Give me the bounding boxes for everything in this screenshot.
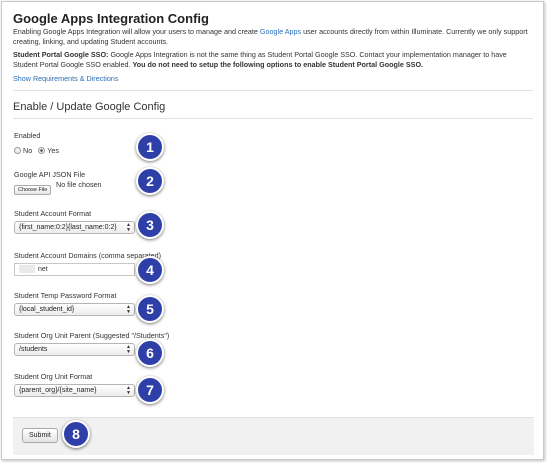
callout-badge-4: 4 (136, 256, 164, 284)
account-domains-value: net (38, 266, 48, 273)
enabled-yes-radio[interactable] (38, 147, 46, 154)
org-unit-format-label: Student Org Unit Format (14, 372, 93, 381)
org-unit-format-select[interactable]: {parent_org}/{site_name} ▲ ▼ (14, 384, 135, 397)
account-format-label: Student Account Format (14, 209, 92, 218)
org-unit-parent-value: /students (19, 346, 48, 353)
section-title: Enable / Update Google Config (13, 101, 166, 113)
callout-badge-7: 7 (136, 376, 164, 404)
enabled-radio-group: No Yes (14, 146, 65, 155)
temp-password-value: {local_student_id} (19, 306, 75, 313)
divider (13, 90, 533, 91)
select-arrows-icon: ▲ ▼ (126, 344, 131, 355)
enabled-label: Enabled (14, 131, 41, 140)
sso-note-tail: You do not need to setup the following o… (132, 60, 424, 69)
callout-badge-2: 2 (136, 167, 164, 195)
enabled-no-radio[interactable] (14, 147, 21, 154)
org-unit-parent-select[interactable]: /students ▲ ▼ (14, 343, 135, 356)
intro-text-start: Enabling Google Apps Integration will al… (13, 27, 260, 36)
redacted-block (19, 265, 35, 274)
account-domains-input[interactable]: net (14, 263, 135, 276)
callout-badge-5: 5 (136, 295, 164, 323)
org-unit-format-value: {parent_org}/{site_name} (19, 387, 97, 394)
select-arrows-icon: ▲ ▼ (126, 385, 131, 396)
show-requirements-link[interactable]: Show Requirements & Directions (13, 74, 118, 83)
account-format-value: {first_name:0:2}{last_name:0:2} (19, 224, 117, 231)
callout-badge-8: 8 (62, 420, 90, 448)
file-status-text: No file chosen (56, 180, 102, 189)
page-title: Google Apps Integration Config (13, 11, 209, 26)
enabled-yes-label: Yes (47, 146, 59, 155)
account-domains-label: Student Account Domains (comma separated… (14, 251, 162, 260)
json-file-label: Google API JSON File (14, 170, 86, 179)
submit-button[interactable]: Submit (22, 428, 58, 443)
google-apps-link[interactable]: Google Apps (260, 27, 301, 36)
callout-badge-3: 3 (136, 211, 164, 239)
divider (13, 118, 533, 119)
choose-file-button[interactable]: Choose File (14, 185, 52, 195)
sso-note-lead: Student Portal Google SSO: (13, 50, 109, 59)
callout-badge-6: 6 (136, 339, 164, 367)
enabled-no-label: No (23, 146, 33, 155)
form-footer (13, 417, 534, 455)
account-format-select[interactable]: {first_name:0:2}{last_name:0:2} ▲ ▼ (14, 221, 135, 234)
temp-password-select[interactable]: {local_student_id} ▲ ▼ (14, 303, 135, 316)
temp-password-label: Student Temp Password Format (14, 291, 117, 300)
select-arrows-icon: ▲ ▼ (126, 304, 131, 315)
intro-text: Enabling Google Apps Integration will al… (13, 27, 533, 47)
select-arrows-icon: ▲ ▼ (126, 222, 131, 233)
sso-note: Student Portal Google SSO: Google Apps I… (13, 50, 533, 70)
callout-badge-1: 1 (136, 133, 164, 161)
